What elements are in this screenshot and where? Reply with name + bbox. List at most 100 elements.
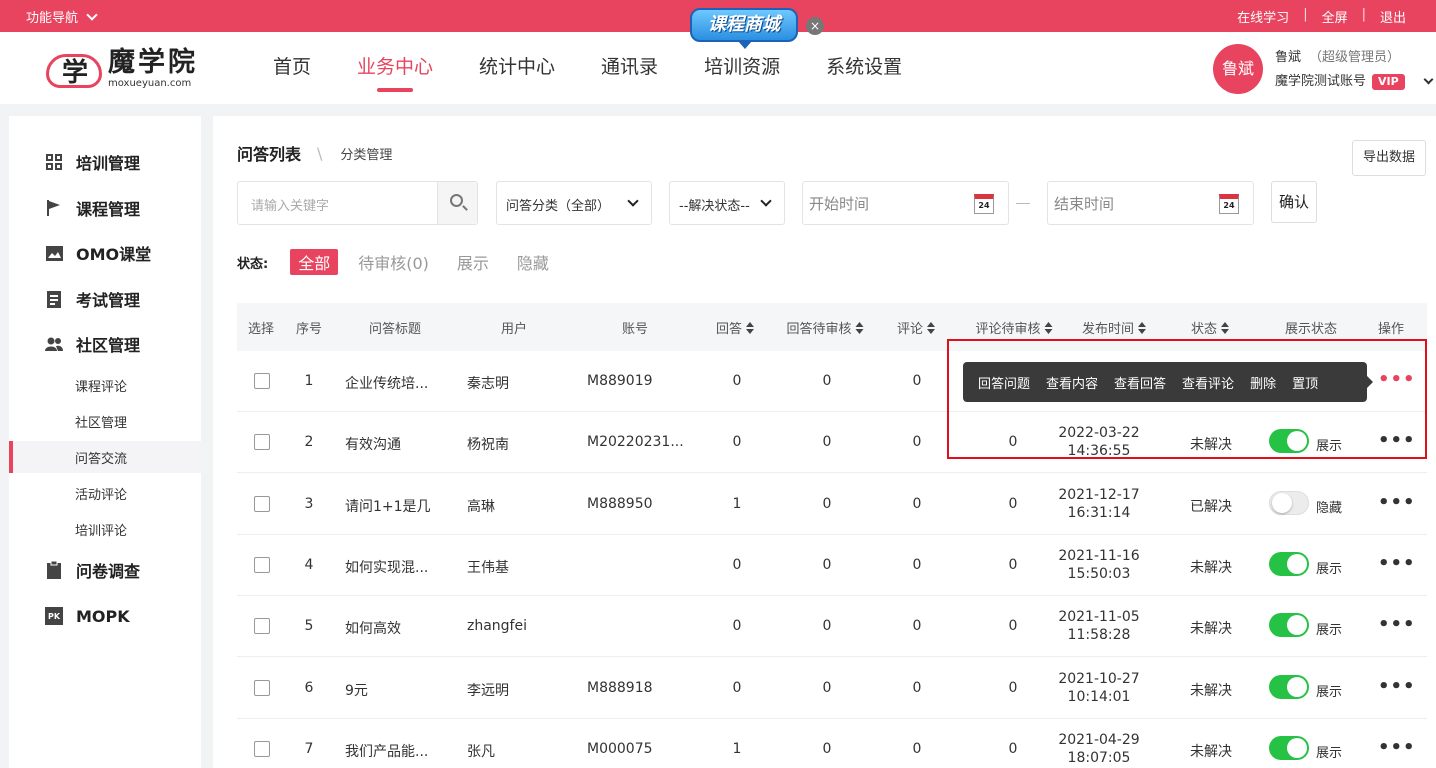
sidebar-item-courses[interactable]: 课程管理 [9, 190, 201, 226]
view-answers-action[interactable]: 查看回答 [1114, 373, 1166, 392]
pin-top-action[interactable]: 置顶 [1292, 373, 1318, 392]
category-select[interactable]: 问答分类（全部） [496, 181, 652, 225]
sort-icon [927, 322, 936, 334]
delete-action[interactable]: 删除 [1250, 373, 1276, 392]
resolve-status-select[interactable]: --解决状态-- [669, 181, 785, 225]
row-checkbox[interactable] [254, 495, 270, 512]
sidebar-subitem-qa[interactable]: 问答交流 [9, 441, 201, 473]
top-links: 在线学习 | 全屏 | 退出 [1223, 7, 1420, 26]
show-toggle[interactable] [1269, 429, 1309, 454]
sidebar-item-label: OMO课堂 [76, 245, 152, 264]
sidebar-item-mopk[interactable]: PK MOPK [9, 598, 201, 634]
sidebar-subitem-training-comments[interactable]: 培训评论 [9, 513, 201, 545]
row-checkbox[interactable] [254, 434, 270, 451]
more-actions-icon[interactable]: ••• [1378, 616, 1416, 634]
column-header-answers-pending[interactable]: 回答待审核 [786, 318, 864, 337]
more-actions-icon[interactable]: ••• [1378, 371, 1416, 389]
row-checkbox[interactable] [254, 556, 270, 573]
sidebar-subitem-community-manage[interactable]: 社区管理 [9, 405, 201, 437]
close-icon[interactable]: × [806, 17, 824, 35]
column-header: 用户 [500, 322, 528, 337]
comments-count: 0 [912, 556, 922, 573]
show-toggle[interactable] [1269, 490, 1309, 515]
course-mall-badge[interactable]: 课程商城 [690, 8, 798, 49]
chevron-down-icon [86, 8, 98, 21]
search-button[interactable] [437, 182, 477, 224]
answer-question-action[interactable]: 回答问题 [978, 373, 1030, 392]
tab-all[interactable]: 全部 [290, 249, 339, 275]
column-header-publish-time[interactable]: 发布时间 [1082, 318, 1147, 337]
nav-home[interactable]: 首页 [250, 54, 334, 80]
user-name: zhangfei [467, 618, 527, 635]
grid-icon [45, 153, 63, 171]
fullscreen-link[interactable]: 全屏 [1308, 7, 1362, 26]
end-date-input[interactable]: 结束时间 24 [1047, 181, 1254, 225]
column-header-answers[interactable]: 回答 [716, 318, 755, 337]
answers-pending-count: 0 [822, 434, 832, 451]
user-name: 张凡 [467, 743, 495, 760]
view-comments-action[interactable]: 查看评论 [1182, 373, 1234, 392]
more-actions-icon[interactable]: ••• [1378, 554, 1416, 573]
question-title[interactable]: 有效沟通 [345, 434, 401, 454]
row-number: 1 [304, 373, 314, 389]
column-header: 选择 [247, 322, 275, 337]
row-checkbox[interactable] [254, 679, 270, 696]
show-toggle[interactable] [1269, 613, 1309, 638]
tab-category-management[interactable]: 分类管理 [340, 144, 392, 163]
tab-shown[interactable]: 展示 [457, 250, 489, 274]
row-checkbox[interactable] [254, 618, 270, 635]
question-title[interactable]: 企业传统培... [345, 373, 428, 393]
start-date-input[interactable]: 开始时间 24 [802, 181, 1009, 225]
date-range-dash [1016, 203, 1030, 204]
calendar-icon[interactable]: 24 [974, 194, 994, 214]
more-actions-icon[interactable]: ••• [1378, 493, 1416, 512]
online-learning-link[interactable]: 在线学习 [1223, 7, 1303, 26]
sidebar-item-exams[interactable]: 考试管理 [9, 281, 201, 317]
question-title[interactable]: 如何实现混... [345, 557, 428, 577]
row-checkbox[interactable] [254, 740, 270, 757]
logo[interactable]: 学 魔学院 moxueyuan.com [46, 48, 198, 90]
feature-nav-label: 功能导航 [26, 11, 79, 26]
avatar[interactable]: 鲁斌 [1213, 44, 1263, 94]
question-title[interactable]: 9元 [345, 680, 368, 700]
export-data-button[interactable]: 导出数据 [1352, 140, 1426, 176]
view-content-action[interactable]: 查看内容 [1046, 373, 1098, 392]
nav-business-center[interactable]: 业务中心 [334, 54, 456, 80]
nav-statistics-center[interactable]: 统计中心 [456, 54, 578, 80]
sort-icon [855, 322, 864, 334]
sidebar-subitem-course-comments[interactable]: 课程评论 [9, 369, 201, 401]
more-actions-icon[interactable]: ••• [1378, 677, 1416, 696]
show-toggle[interactable] [1269, 551, 1309, 576]
feature-nav-toggle[interactable]: 功能导航 [26, 7, 98, 26]
column-header-comments-pending[interactable]: 评论待审核 [975, 318, 1053, 337]
logout-link[interactable]: 退出 [1366, 7, 1420, 26]
table-row: 6 9元 李远明 M888918 0 0 0 0 2021-10-27 10:14:01 未解决 展示… [237, 657, 1427, 719]
question-title[interactable]: 请问1+1是几 [345, 496, 431, 516]
tab-hidden[interactable]: 隐藏 [517, 250, 549, 274]
sidebar-item-survey[interactable]: 问卷调查 [9, 552, 201, 588]
nav-training-resources[interactable]: 培训资源 [681, 54, 803, 80]
sidebar-item-omo[interactable]: OMO课堂 [9, 235, 201, 271]
show-toggle[interactable] [1269, 674, 1309, 699]
sidebar-subitem-activity-comments[interactable]: 活动评论 [9, 477, 201, 509]
calendar-icon[interactable]: 24 [1219, 194, 1239, 214]
more-actions-icon[interactable]: ••• [1378, 738, 1416, 757]
column-header-state[interactable]: 状态 [1191, 318, 1230, 337]
nav-system-settings[interactable]: 系统设置 [803, 54, 925, 80]
nav-contacts[interactable]: 通讯录 [578, 54, 681, 80]
question-title[interactable]: 我们产品能... [345, 741, 428, 761]
sidebar-item-training[interactable]: 培训管理 [9, 144, 201, 180]
search-input[interactable]: 请输入关键字 [237, 181, 478, 225]
page-title[interactable]: 问答列表 [237, 141, 301, 165]
answers-count: 0 [732, 373, 742, 389]
show-toggle[interactable] [1269, 735, 1309, 760]
question-title[interactable]: 如何高效 [345, 618, 401, 638]
vip-badge: VIP [1372, 74, 1405, 90]
tab-pending[interactable]: 待审核(0) [358, 250, 429, 274]
chevron-down-icon[interactable] [1423, 74, 1434, 85]
column-header-comments[interactable]: 评论 [897, 318, 936, 337]
confirm-button[interactable]: 确认 [1271, 181, 1317, 223]
row-checkbox[interactable] [254, 373, 270, 389]
sidebar-item-community[interactable]: 社区管理 [9, 326, 201, 362]
more-actions-icon[interactable]: ••• [1378, 432, 1416, 450]
